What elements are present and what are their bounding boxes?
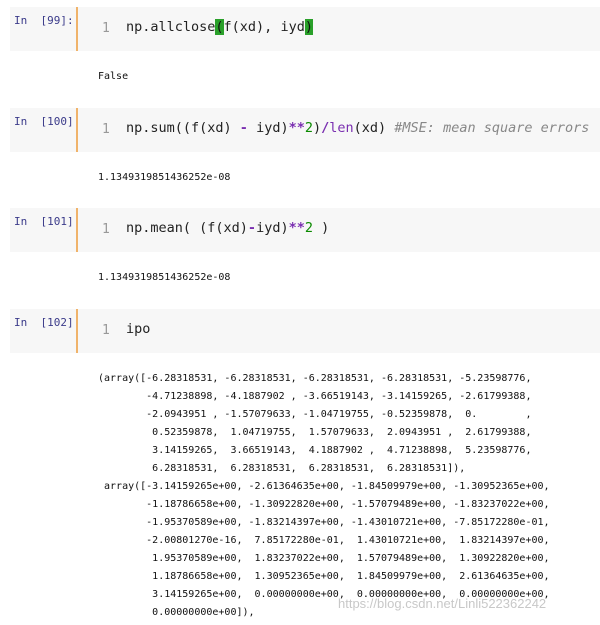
code-token: ipo bbox=[126, 321, 151, 337]
code-operator: - bbox=[239, 120, 248, 136]
output-line: (array([-6.28318531, -6.28318531, -6.283… bbox=[98, 373, 532, 384]
output-line: -1.18786658e+00, -1.30922820e+00, -1.570… bbox=[98, 499, 550, 510]
code-token: iyd) bbox=[247, 120, 289, 136]
output-line: -1.95370589e+00, -1.83214397e+00, -1.430… bbox=[98, 517, 550, 528]
code-operator: ** bbox=[288, 120, 305, 136]
output-line: 0.00000000e+00]), bbox=[98, 607, 255, 618]
output-line: -4.71238898, -4.1887902 , -3.66519143, -… bbox=[98, 391, 532, 402]
watermark-text: https://blog.csdn.net/Linli522362242 bbox=[338, 596, 547, 611]
code-number: 2 bbox=[304, 220, 313, 236]
code-operator: ** bbox=[288, 220, 305, 236]
cell-gutter bbox=[76, 108, 78, 152]
output-line: 1.18786658e+00, 1.30952365e+00, 1.845099… bbox=[98, 571, 550, 582]
code-token: np.allclose bbox=[126, 19, 216, 35]
output-line: -2.0943951 , -1.57079633, -1.04719755, -… bbox=[98, 409, 532, 420]
code-comment: #MSE: mean square errors bbox=[394, 120, 590, 136]
code-cell-102[interactable]: In [102]: 1 ipo bbox=[10, 309, 600, 353]
cell-output: False bbox=[98, 71, 129, 82]
line-number: 1 bbox=[102, 222, 110, 237]
cell-gutter bbox=[76, 309, 78, 353]
cell-gutter bbox=[76, 7, 78, 51]
code-input[interactable]: np.mean( (f(xd)-iyd)**2 ) bbox=[126, 220, 329, 236]
matched-bracket: ( bbox=[215, 19, 224, 35]
code-cell-101[interactable]: In [101]: 1 np.mean( (f(xd)-iyd)**2 ) bbox=[10, 208, 600, 252]
output-line: array([-3.14159265e+00, -2.61364635e+00,… bbox=[98, 481, 550, 492]
line-number: 1 bbox=[102, 122, 110, 137]
output-line: 6.28318531, 6.28318531, 6.28318531, 6.28… bbox=[98, 463, 466, 474]
cell-output: 1.1349319851436252e-08 bbox=[98, 272, 231, 283]
output-line: 3.14159265, 3.66519143, 4.1887902 , 4.71… bbox=[98, 445, 532, 456]
code-operator: - bbox=[247, 220, 257, 236]
cell-output: 1.1349319851436252e-08 bbox=[98, 172, 231, 183]
code-builtin: len bbox=[329, 120, 354, 136]
code-cell-100[interactable]: In [100]: 1 np.sum((f(xd) - iyd)**2)/len… bbox=[10, 108, 600, 152]
cell-prompt: In [99]: bbox=[14, 14, 74, 27]
cell-prompt: In [100]: bbox=[14, 115, 81, 128]
code-cell-99[interactable]: In [99]: 1 np.allclose(f(xd), iyd) bbox=[10, 7, 600, 51]
code-number: 2 bbox=[304, 120, 313, 136]
line-number: 1 bbox=[102, 21, 110, 36]
code-input[interactable]: np.allclose(f(xd), iyd) bbox=[126, 19, 313, 35]
code-token: np.mean( (f(xd) bbox=[126, 220, 248, 236]
code-token: (xd) bbox=[353, 120, 395, 136]
output-line: -2.00801270e-16, 7.85172280e-01, 1.43010… bbox=[98, 535, 550, 546]
cell-prompt: In [102]: bbox=[14, 316, 81, 329]
code-token: ) bbox=[312, 220, 330, 236]
cell-prompt: In [101]: bbox=[14, 215, 81, 228]
code-token: f(xd), iyd bbox=[223, 19, 305, 35]
code-input[interactable]: ipo bbox=[126, 321, 150, 337]
output-line: 1.95370589e+00, 1.83237022e+00, 1.570794… bbox=[98, 553, 550, 564]
cell-gutter bbox=[76, 208, 78, 252]
code-token: ) bbox=[312, 120, 322, 136]
code-token: np.sum((f(xd) bbox=[126, 120, 240, 136]
line-number: 1 bbox=[102, 323, 110, 338]
code-token: iyd) bbox=[256, 220, 289, 236]
output-line: 0.52359878, 1.04719755, 1.57079633, 2.09… bbox=[98, 427, 532, 438]
code-input[interactable]: np.sum((f(xd) - iyd)**2)/len(xd) #MSE: m… bbox=[126, 120, 589, 136]
matched-bracket: ) bbox=[304, 19, 313, 35]
